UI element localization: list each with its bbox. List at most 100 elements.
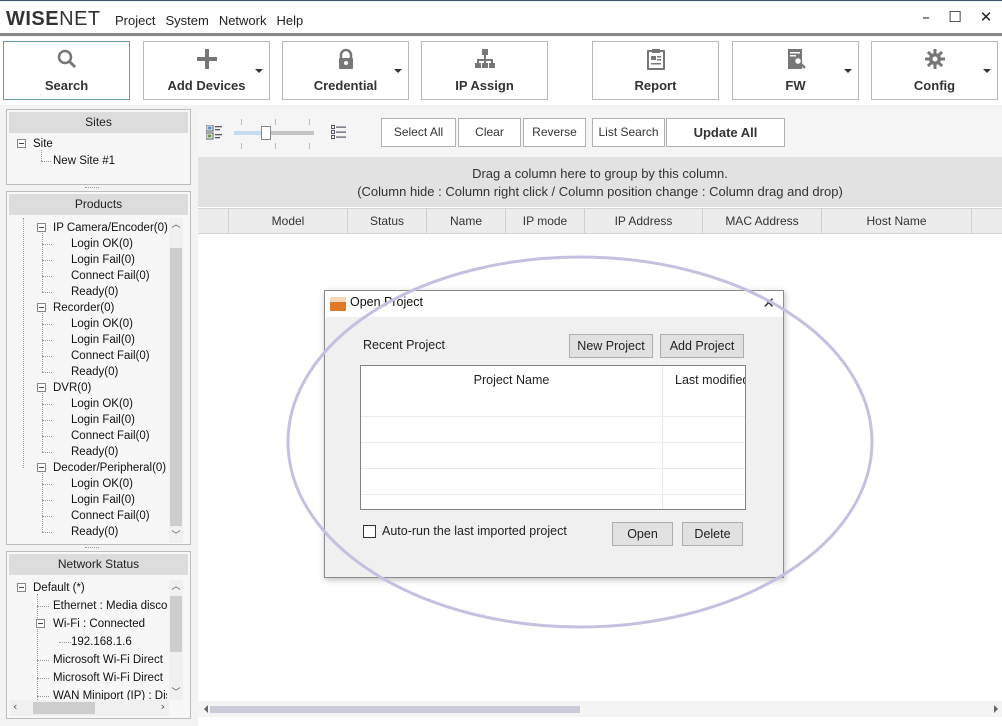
minimize-button[interactable]: – — [915, 8, 937, 26]
menu-network[interactable]: Network — [214, 13, 272, 28]
tree-node-product-status[interactable]: Login OK(0) — [71, 476, 133, 492]
recent-projects-grid[interactable]: Project Name Last modified — [360, 365, 746, 510]
update-all-button[interactable]: Update All — [666, 118, 785, 147]
group-by-drop-area[interactable]: Drag a column here to group by this colu… — [198, 157, 1002, 207]
collapse-icon[interactable] — [17, 583, 26, 592]
open-button[interactable]: Open — [612, 522, 673, 546]
scroll-up-icon[interactable]: ︿ — [169, 580, 183, 594]
tree-node-product-status[interactable]: Login OK(0) — [71, 396, 133, 412]
menu-system[interactable]: System — [160, 13, 213, 28]
view-size-slider[interactable] — [234, 119, 316, 149]
new-project-button[interactable]: New Project — [569, 334, 653, 358]
tree-node-network-item[interactable]: WAN Miniport (IP) : Dis — [53, 688, 167, 700]
tree-node-network-default[interactable]: Default (*) — [17, 580, 85, 596]
tree-node-product-status[interactable]: Login Fail(0) — [71, 332, 135, 348]
tree-node-product-status[interactable]: Login Fail(0) — [71, 492, 135, 508]
tree-node-network-item[interactable]: Wi-Fi : Connected — [36, 616, 145, 632]
collapse-icon[interactable] — [17, 139, 26, 148]
tree-node-product-status[interactable]: Ready(0) — [71, 444, 118, 460]
scrollbar-thumb[interactable] — [170, 248, 182, 526]
column-host-name[interactable]: Host Name — [822, 209, 972, 233]
tree-node-product-group[interactable]: Decoder/Peripheral(0) — [37, 460, 166, 476]
list-search-button[interactable]: List Search — [592, 118, 665, 147]
scrollbar-thumb[interactable] — [33, 702, 95, 714]
chevron-down-icon[interactable] — [983, 69, 991, 73]
detail-list-view-icon[interactable] — [331, 125, 347, 139]
column-select[interactable] — [198, 209, 229, 233]
network-hscrollbar[interactable]: ‹ › — [9, 700, 169, 716]
maximize-button[interactable]: ☐ — [944, 8, 966, 26]
column-name[interactable]: Name — [427, 209, 506, 233]
tree-node-product-status[interactable]: Connect Fail(0) — [71, 508, 150, 524]
panel-splitter[interactable] — [85, 187, 99, 189]
scroll-right-icon[interactable] — [994, 705, 998, 713]
collapse-icon[interactable] — [36, 619, 45, 628]
column-extra[interactable] — [972, 209, 1002, 233]
tree-node-product-status[interactable]: Connect Fail(0) — [71, 348, 150, 364]
scroll-left-icon[interactable]: ‹ — [13, 700, 17, 713]
search-button[interactable]: Search — [3, 41, 130, 100]
tree-node-product-status[interactable]: Login OK(0) — [71, 236, 133, 252]
menu-help[interactable]: Help — [272, 13, 309, 28]
column-mac-address[interactable]: MAC Address — [703, 209, 822, 233]
fw-button[interactable]: FW — [732, 41, 859, 100]
dialog-title-bar[interactable]: Open Project ✕ — [325, 291, 783, 317]
add-project-button[interactable]: Add Project — [660, 334, 744, 358]
scroll-down-icon[interactable]: ﹀ — [169, 529, 183, 543]
grid-column-last-modified[interactable]: Last modified — [663, 366, 745, 394]
chevron-down-icon[interactable] — [255, 69, 263, 73]
add-devices-button[interactable]: Add Devices — [143, 41, 270, 100]
auto-run-checkbox[interactable] — [363, 525, 376, 538]
tree-node-product-status[interactable]: Ready(0) — [71, 284, 118, 300]
delete-button[interactable]: Delete — [682, 522, 743, 546]
grid-column-project-name[interactable]: Project Name — [361, 366, 662, 394]
chevron-down-icon[interactable] — [844, 69, 852, 73]
column-status[interactable]: Status — [348, 209, 427, 233]
panel-splitter[interactable] — [85, 547, 99, 549]
menu-project[interactable]: Project — [110, 13, 160, 28]
reverse-button[interactable]: Reverse — [523, 118, 586, 147]
tree-node-network-item[interactable]: Microsoft Wi-Fi Direct — [53, 652, 163, 668]
scroll-up-icon[interactable]: ︿ — [169, 218, 183, 232]
chevron-down-icon[interactable] — [394, 69, 402, 73]
column-ip-address[interactable]: IP Address — [585, 209, 703, 233]
collapse-icon[interactable] — [37, 303, 46, 312]
tree-node-product-status[interactable]: Login Fail(0) — [71, 252, 135, 268]
tree-node-product-status[interactable]: Connect Fail(0) — [71, 268, 150, 284]
close-window-button[interactable]: ✕ — [975, 8, 997, 26]
tree-node-product-group[interactable]: Recorder(0) — [37, 300, 114, 316]
tree-node-new-site[interactable]: New Site #1 — [53, 153, 115, 169]
scrollbar-thumb[interactable] — [170, 596, 182, 652]
device-list-hscrollbar[interactable] — [198, 701, 1002, 717]
tree-node-product-group[interactable]: IP Camera/Encoder(0) — [37, 220, 168, 236]
scroll-right-icon[interactable]: › — [161, 700, 165, 713]
scroll-left-icon[interactable] — [204, 705, 208, 713]
scrollbar-thumb[interactable] — [210, 706, 580, 713]
report-button[interactable]: Report — [592, 41, 719, 100]
network-vscrollbar[interactable]: ︿ ﹀ — [169, 580, 183, 700]
scroll-down-icon[interactable]: ﹀ — [169, 686, 183, 700]
column-ip-mode[interactable]: IP mode — [506, 209, 585, 233]
tree-node-network-item[interactable]: Ethernet : Media disco — [53, 598, 167, 614]
tree-node-product-status[interactable]: Ready(0) — [71, 524, 118, 540]
slider-thumb[interactable] — [261, 126, 271, 140]
collapse-icon[interactable] — [37, 463, 46, 472]
products-scrollbar[interactable]: ︿ ﹀ — [169, 218, 183, 543]
tree-node-network-item[interactable]: 192.168.1.6 — [71, 634, 132, 650]
config-button[interactable]: Config — [871, 41, 998, 100]
ip-assign-button[interactable]: IP Assign — [421, 41, 548, 100]
tree-node-product-status[interactable]: Ready(0) — [71, 364, 118, 380]
tree-node-product-status[interactable]: Login OK(0) — [71, 316, 133, 332]
tree-node-network-item[interactable]: Microsoft Wi-Fi Direct — [53, 670, 163, 686]
collapse-icon[interactable] — [37, 223, 46, 232]
column-model[interactable]: Model — [229, 209, 348, 233]
tree-node-product-status[interactable]: Login Fail(0) — [71, 412, 135, 428]
tree-node-product-status[interactable]: Connect Fail(0) — [71, 428, 150, 444]
select-all-button[interactable]: Select All — [381, 118, 456, 147]
collapse-icon[interactable] — [37, 383, 46, 392]
clear-button[interactable]: Clear — [458, 118, 521, 147]
tree-node-site[interactable]: Site — [17, 136, 53, 152]
large-thumbnail-view-icon[interactable] — [206, 125, 224, 141]
tree-node-product-group[interactable]: DVR(0) — [37, 380, 91, 396]
dialog-close-button[interactable]: ✕ — [762, 294, 775, 312]
